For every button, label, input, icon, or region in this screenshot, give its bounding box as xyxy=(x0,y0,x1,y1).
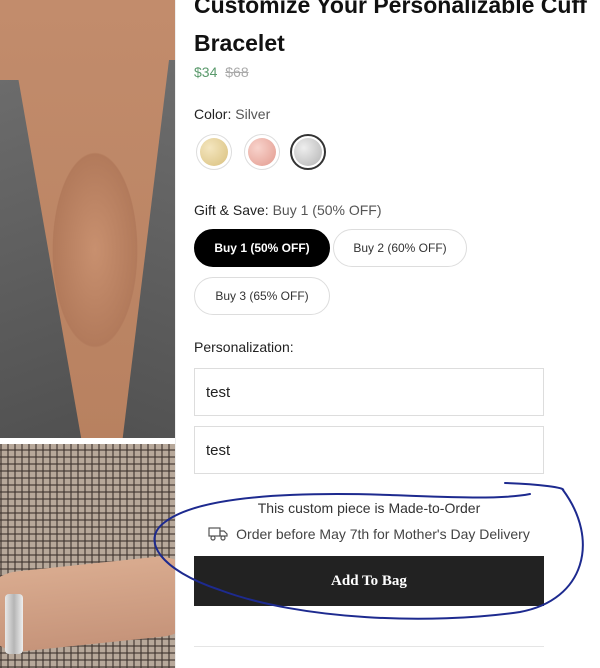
arm-shape xyxy=(0,552,175,656)
gift-option-buy-1[interactable]: Buy 1 (50% OFF) xyxy=(194,229,330,267)
color-label-row: Color: Silver xyxy=(194,106,270,122)
personalization-line-2[interactable] xyxy=(194,426,544,474)
sale-price: $34 xyxy=(194,64,218,80)
jacket-right-panel xyxy=(120,60,175,438)
cuff-bracelet-shape xyxy=(5,594,23,654)
jacket-left-panel xyxy=(0,80,85,438)
gift-label-row: Gift & Save: Buy 1 (50% OFF) xyxy=(194,202,382,218)
section-divider xyxy=(194,646,544,647)
product-photo-neck[interactable] xyxy=(0,0,175,438)
made-to-order-note: This custom piece is Made-to-Order xyxy=(257,500,481,516)
color-label: Color: xyxy=(194,106,232,122)
price-row: $34 $68 xyxy=(194,64,249,80)
gift-selected-value: Buy 1 (50% OFF) xyxy=(272,202,382,218)
delivery-note: Order before May 7th for Mother's Day De… xyxy=(236,526,530,542)
swatch-silver[interactable] xyxy=(290,134,326,170)
gold-dot xyxy=(200,138,228,166)
product-photo-wrist[interactable] xyxy=(0,444,175,668)
silver-dot xyxy=(294,138,322,166)
gift-label: Gift & Save: xyxy=(194,202,269,218)
swatch-rose-gold[interactable] xyxy=(244,134,280,170)
color-selected-value: Silver xyxy=(235,106,271,122)
product-title: Customize Your Personalizable Cuff Brace… xyxy=(194,0,587,56)
personalization-label: Personalization: xyxy=(194,339,294,355)
personalization-line-1[interactable] xyxy=(194,368,544,416)
gift-option-buy-3[interactable]: Buy 3 (65% OFF) xyxy=(194,277,330,315)
truck-icon xyxy=(208,527,228,541)
swatch-gold[interactable] xyxy=(196,134,232,170)
column-divider xyxy=(175,0,176,668)
rose-gold-dot xyxy=(248,138,276,166)
add-to-bag-button[interactable]: Add To Bag xyxy=(194,556,544,606)
gift-option-buy-2[interactable]: Buy 2 (60% OFF) xyxy=(333,229,467,267)
delivery-note-row: Order before May 7th for Mother's Day De… xyxy=(194,526,544,542)
original-price: $68 xyxy=(225,64,249,80)
